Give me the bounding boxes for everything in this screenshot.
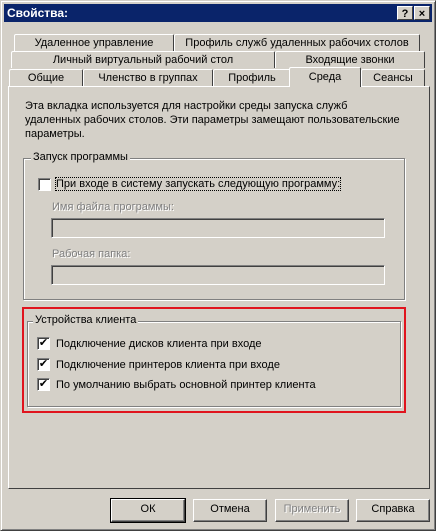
tab-rds-profile[interactable]: Профиль служб удаленных рабочих столов bbox=[174, 34, 420, 51]
tab-remote-control[interactable]: Удаленное управление bbox=[14, 34, 174, 51]
tab-environment[interactable]: Среда bbox=[289, 67, 361, 87]
tab-member-of[interactable]: Членство в группах bbox=[83, 69, 213, 86]
start-program-label[interactable]: При входе в систему запускать следующую … bbox=[54, 177, 342, 191]
ok-button[interactable]: ОК bbox=[110, 498, 186, 523]
program-filename-field[interactable] bbox=[51, 218, 385, 238]
tab-general[interactable]: Общие bbox=[9, 69, 83, 86]
properties-dialog: Свойства: ? × Удаленное управление Профи… bbox=[0, 0, 436, 531]
program-startup-legend: Запуск программы bbox=[31, 151, 130, 163]
tab-profile[interactable]: Профиль bbox=[213, 69, 291, 86]
help-button[interactable]: ? bbox=[397, 6, 413, 20]
tab-sessions[interactable]: Сеансы bbox=[361, 69, 425, 86]
close-button[interactable]: × bbox=[414, 6, 430, 20]
client-devices-highlight bbox=[22, 307, 406, 413]
window-title: Свойства: bbox=[7, 6, 69, 20]
tab-personal-virtual-desktop[interactable]: Личный виртуальный рабочий стол bbox=[11, 51, 275, 68]
start-program-checkbox[interactable] bbox=[38, 178, 51, 191]
help-dialog-button[interactable]: Справка bbox=[356, 499, 430, 522]
program-filename-label: Имя файла программы: bbox=[52, 201, 174, 213]
tab-dial-in[interactable]: Входящие звонки bbox=[275, 51, 425, 68]
cancel-button[interactable]: Отмена bbox=[193, 499, 267, 522]
environment-description: Эта вкладка используется для настройки с… bbox=[25, 100, 400, 140]
working-folder-field[interactable] bbox=[51, 265, 385, 285]
title-bar: Свойства: ? × bbox=[4, 4, 432, 22]
apply-button[interactable]: Применить bbox=[275, 499, 349, 522]
working-folder-label: Рабочая папка: bbox=[52, 248, 131, 260]
